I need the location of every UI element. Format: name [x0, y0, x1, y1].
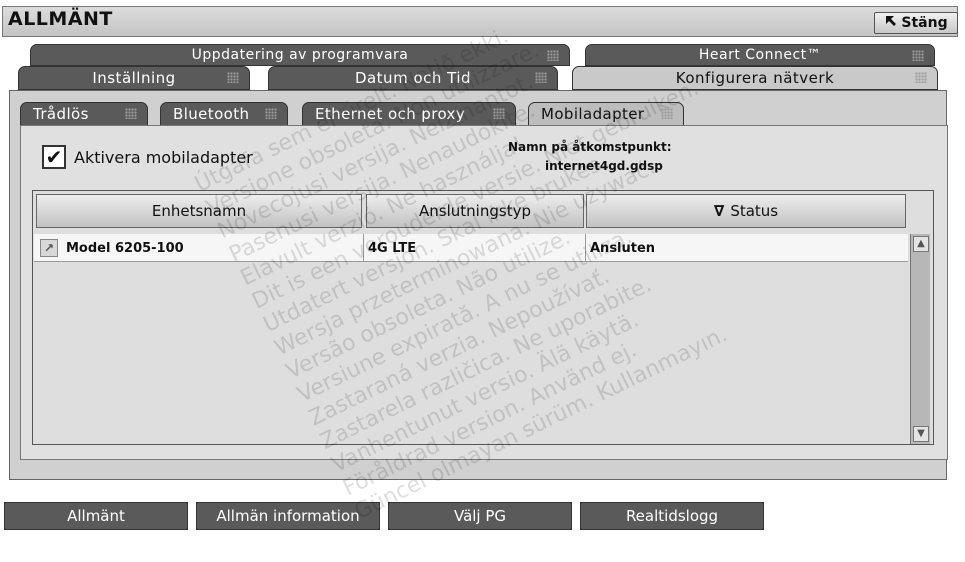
tab-heart-connect[interactable]: Heart Connect™ — [585, 44, 935, 66]
tab-label: Uppdatering av programvara — [191, 47, 409, 63]
grip-icon — [915, 72, 927, 83]
window-title: ALLMÄNT — [8, 8, 113, 30]
scroll-up-icon[interactable]: ▲ — [913, 236, 929, 252]
column-label: Status — [730, 202, 779, 220]
vertical-scrollbar[interactable]: ▲ ▼ — [910, 234, 930, 444]
tab-konfigurera-natverk[interactable]: Konfigurera nätverk — [572, 66, 938, 90]
cell-status: Ansluten — [590, 240, 656, 256]
subtab-label: Ethernet och proxy — [315, 105, 466, 123]
subtab-bluetooth[interactable]: Bluetooth — [160, 102, 288, 126]
bottom-tab-label: Välj PG — [453, 507, 507, 525]
apn-value: internet4gd.gdsp — [545, 159, 663, 173]
subtab-label: Bluetooth — [173, 105, 250, 123]
bottom-tab-valj-pg[interactable]: Välj PG — [388, 502, 572, 530]
column-label: Anslutningstyp — [419, 202, 531, 220]
device-name: Model 6205-100 — [66, 240, 184, 256]
tab-label: Datum och Tid — [354, 69, 472, 87]
column-header-anslutningstyp[interactable]: Anslutningstyp — [366, 194, 584, 228]
subtab-label: Mobiladapter — [541, 105, 645, 123]
bottom-tab-allman-information[interactable]: Allmän information — [196, 502, 380, 530]
sort-desc-icon: ∇ — [713, 202, 725, 220]
subtab-mobiladapter[interactable]: Mobiladapter — [528, 102, 684, 126]
column-header-enhetsnamn[interactable]: Enhetsnamn — [36, 194, 362, 228]
grip-icon — [493, 108, 505, 119]
subtab-tradlos[interactable]: Trådlös — [20, 102, 148, 126]
grip-icon — [912, 50, 924, 61]
enable-mobile-checkbox[interactable]: ✔ — [42, 145, 66, 169]
device-table — [32, 190, 934, 445]
grip-icon — [661, 108, 673, 119]
checkmark-icon: ✔ — [45, 145, 63, 169]
close-button[interactable]: Stäng — [874, 12, 958, 34]
tab-label: Inställning — [92, 69, 176, 87]
apn-label: Namn på åtkomstpunkt: — [508, 140, 672, 154]
cell-device-name: ↗ Model 6205-100 — [34, 234, 364, 262]
grip-icon — [227, 72, 239, 83]
grip-icon — [265, 108, 277, 119]
tab-datum-och-tid[interactable]: Datum och Tid — [268, 66, 558, 90]
bottom-tab-label: Realtidslogg — [625, 507, 719, 525]
column-label: Enhetsnamn — [151, 202, 247, 220]
scroll-down-icon[interactable]: ▼ — [913, 426, 929, 442]
grip-icon — [125, 108, 137, 119]
arrow-up-left-icon — [884, 14, 898, 32]
bottom-tab-realtidslogg[interactable]: Realtidslogg — [580, 502, 764, 530]
subtab-label: Trådlös — [33, 105, 89, 123]
enable-mobile-label: Aktivera mobiladapter — [74, 148, 253, 167]
tab-label: Heart Connect™ — [698, 47, 822, 63]
tab-software-update[interactable]: Uppdatering av programvara — [30, 44, 570, 66]
subtab-ethernet[interactable]: Ethernet och proxy — [302, 102, 516, 126]
device-icon: ↗ — [40, 239, 58, 257]
close-label: Stäng — [901, 15, 948, 31]
tab-installning[interactable]: Inställning — [18, 66, 250, 90]
bottom-tab-label: Allmän information — [216, 507, 360, 525]
title-bar — [2, 6, 958, 37]
column-header-status[interactable]: ∇ Status — [586, 194, 906, 228]
grip-icon — [547, 50, 559, 61]
bottom-tab-label: Allmänt — [67, 507, 125, 525]
tab-label: Konfigurera nätverk — [675, 69, 835, 87]
grip-icon — [535, 72, 547, 83]
cell-connection-type: 4G LTE — [364, 234, 586, 262]
bottom-tab-allmant[interactable]: Allmänt — [4, 502, 188, 530]
